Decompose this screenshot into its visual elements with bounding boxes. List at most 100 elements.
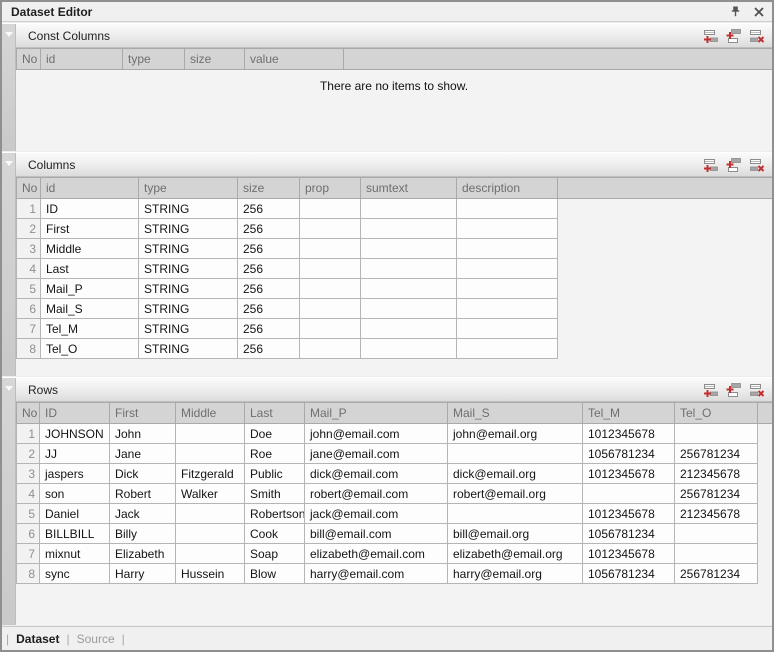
data-cell[interactable] [457, 259, 558, 279]
data-cell[interactable]: sync [40, 564, 110, 584]
data-cell[interactable]: Soap [245, 544, 305, 564]
column-header-no[interactable]: No [17, 49, 41, 70]
data-cell[interactable] [300, 199, 361, 219]
row-number-cell[interactable]: 8 [17, 339, 41, 359]
data-cell[interactable]: Jane [110, 444, 176, 464]
column-header-middle[interactable]: Middle [176, 403, 245, 424]
data-cell[interactable]: harry@email.org [448, 564, 583, 584]
data-cell[interactable]: STRING [139, 199, 238, 219]
row-number-cell[interactable]: 1 [17, 424, 40, 444]
tab-dataset[interactable]: Dataset [16, 632, 59, 646]
data-cell[interactable]: 212345678 [675, 504, 758, 524]
data-cell[interactable]: 1056781234 [583, 524, 675, 544]
data-cell[interactable] [448, 444, 583, 464]
data-cell[interactable]: elizabeth@email.com [305, 544, 448, 564]
data-cell[interactable] [176, 424, 245, 444]
data-cell[interactable]: bill@email.org [448, 524, 583, 544]
data-cell[interactable]: BILLBILL [40, 524, 110, 544]
add-row-button[interactable] [702, 382, 720, 398]
data-cell[interactable]: Blow [245, 564, 305, 584]
row-number-cell[interactable]: 7 [17, 319, 41, 339]
data-cell[interactable] [300, 219, 361, 239]
data-cell[interactable]: 1056781234 [583, 444, 675, 464]
data-cell[interactable]: JJ [40, 444, 110, 464]
data-cell[interactable] [457, 279, 558, 299]
data-cell[interactable] [361, 319, 457, 339]
data-cell[interactable] [457, 339, 558, 359]
data-cell[interactable] [457, 319, 558, 339]
data-cell[interactable]: Middle [41, 239, 139, 259]
data-cell[interactable]: Tel_O [41, 339, 139, 359]
data-cell[interactable]: First [41, 219, 139, 239]
data-cell[interactable]: Last [41, 259, 139, 279]
data-cell[interactable] [675, 424, 758, 444]
insert-row-button[interactable] [725, 28, 743, 44]
column-header-id[interactable]: id [41, 178, 139, 199]
row-number-cell[interactable]: 6 [17, 299, 41, 319]
column-header-description[interactable]: description [457, 178, 558, 199]
rows-panel-header[interactable]: Rows [16, 378, 772, 402]
data-cell[interactable] [448, 504, 583, 524]
data-cell[interactable] [457, 299, 558, 319]
column-header-size[interactable]: size [185, 49, 245, 70]
data-cell[interactable]: jack@email.com [305, 504, 448, 524]
column-header-no[interactable]: No [17, 178, 41, 199]
data-cell[interactable] [457, 239, 558, 259]
row-number-cell[interactable]: 3 [17, 239, 41, 259]
data-cell[interactable] [300, 299, 361, 319]
data-cell[interactable] [361, 219, 457, 239]
data-cell[interactable]: robert@email.org [448, 484, 583, 504]
data-cell[interactable] [361, 339, 457, 359]
column-header-mail_s[interactable]: Mail_S [448, 403, 583, 424]
data-cell[interactable]: Dick [110, 464, 176, 484]
data-cell[interactable] [300, 259, 361, 279]
data-cell[interactable]: 256781234 [675, 444, 758, 464]
add-row-button[interactable] [702, 28, 720, 44]
data-cell[interactable] [583, 484, 675, 504]
data-cell[interactable]: 1056781234 [583, 564, 675, 584]
column-header-tel_o[interactable]: Tel_O [675, 403, 758, 424]
data-cell[interactable]: Public [245, 464, 305, 484]
row-number-cell[interactable]: 5 [17, 504, 40, 524]
data-cell[interactable] [176, 544, 245, 564]
data-cell[interactable] [300, 339, 361, 359]
data-cell[interactable] [675, 544, 758, 564]
column-header-no[interactable]: No [17, 403, 40, 424]
data-cell[interactable]: 1012345678 [583, 464, 675, 484]
data-cell[interactable]: jane@email.com [305, 444, 448, 464]
data-cell[interactable]: 256 [238, 219, 300, 239]
data-cell[interactable]: STRING [139, 259, 238, 279]
data-cell[interactable]: STRING [139, 279, 238, 299]
data-cell[interactable]: jaspers [40, 464, 110, 484]
column-header-type[interactable]: type [139, 178, 238, 199]
data-cell[interactable]: Robert [110, 484, 176, 504]
data-cell[interactable]: ID [41, 199, 139, 219]
data-cell[interactable]: Mail_S [41, 299, 139, 319]
data-cell[interactable] [457, 199, 558, 219]
data-cell[interactable]: bill@email.com [305, 524, 448, 544]
data-cell[interactable] [361, 299, 457, 319]
data-cell[interactable] [361, 239, 457, 259]
data-cell[interactable]: 256 [238, 239, 300, 259]
row-number-cell[interactable]: 1 [17, 199, 41, 219]
row-number-cell[interactable]: 7 [17, 544, 40, 564]
data-cell[interactable] [675, 524, 758, 544]
column-header-prop[interactable]: prop [300, 178, 361, 199]
row-number-cell[interactable]: 8 [17, 564, 40, 584]
data-cell[interactable] [361, 259, 457, 279]
columns-collapse-bar[interactable] [2, 153, 16, 376]
delete-row-button[interactable] [748, 382, 766, 398]
data-cell[interactable]: Smith [245, 484, 305, 504]
data-cell[interactable]: Doe [245, 424, 305, 444]
columns-panel-header[interactable]: Columns [16, 153, 772, 177]
row-number-cell[interactable]: 3 [17, 464, 40, 484]
data-cell[interactable]: STRING [139, 319, 238, 339]
data-cell[interactable] [176, 444, 245, 464]
data-cell[interactable]: 212345678 [675, 464, 758, 484]
tab-source[interactable]: Source [77, 632, 115, 646]
data-cell[interactable]: mixnut [40, 544, 110, 564]
data-cell[interactable]: 256781234 [675, 564, 758, 584]
row-number-cell[interactable]: 6 [17, 524, 40, 544]
data-cell[interactable]: Jack [110, 504, 176, 524]
column-header-size[interactable]: size [238, 178, 300, 199]
